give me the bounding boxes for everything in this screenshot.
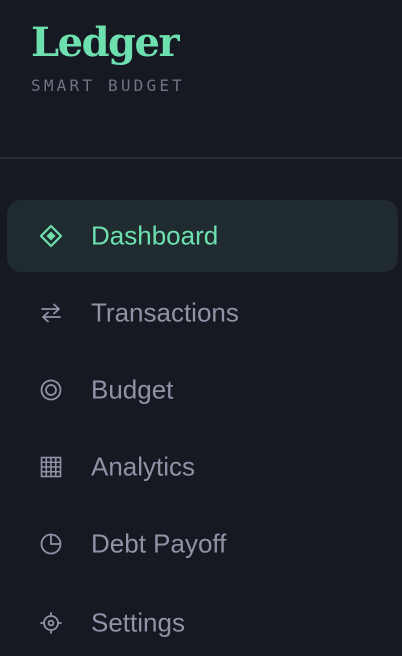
gear-icon xyxy=(38,610,64,636)
sidebar-item-label: Debt Payoff xyxy=(91,528,227,559)
sidebar-item-settings[interactable]: Settings xyxy=(7,587,398,656)
sidebar-item-label: Settings xyxy=(91,607,185,638)
sidebar-item-debt-payoff[interactable]: Debt Payoff xyxy=(7,508,398,580)
pie-clock-icon xyxy=(38,531,64,557)
grid-icon xyxy=(38,454,64,480)
diamond-icon xyxy=(38,223,64,249)
sidebar-item-budget[interactable]: Budget xyxy=(7,354,398,426)
target-icon xyxy=(38,377,64,403)
sidebar-item-label: Dashboard xyxy=(91,220,219,251)
app-title: Ledger xyxy=(31,19,180,66)
sidebar-item-label: Analytics xyxy=(91,451,196,482)
divider xyxy=(0,157,402,159)
brand: Ledger SMART BUDGET xyxy=(31,18,185,95)
sidebar-item-label: Budget xyxy=(91,374,174,405)
sidebar-item-analytics[interactable]: Analytics xyxy=(7,431,398,503)
app-subtitle: SMART BUDGET xyxy=(31,76,185,95)
swap-arrows-icon xyxy=(38,300,64,326)
sidebar: Ledger SMART BUDGET Dashboard Transactio… xyxy=(0,0,402,656)
sidebar-item-dashboard[interactable]: Dashboard xyxy=(7,200,398,272)
sidebar-item-label: Transactions xyxy=(91,297,239,328)
sidebar-item-transactions[interactable]: Transactions xyxy=(7,277,398,349)
